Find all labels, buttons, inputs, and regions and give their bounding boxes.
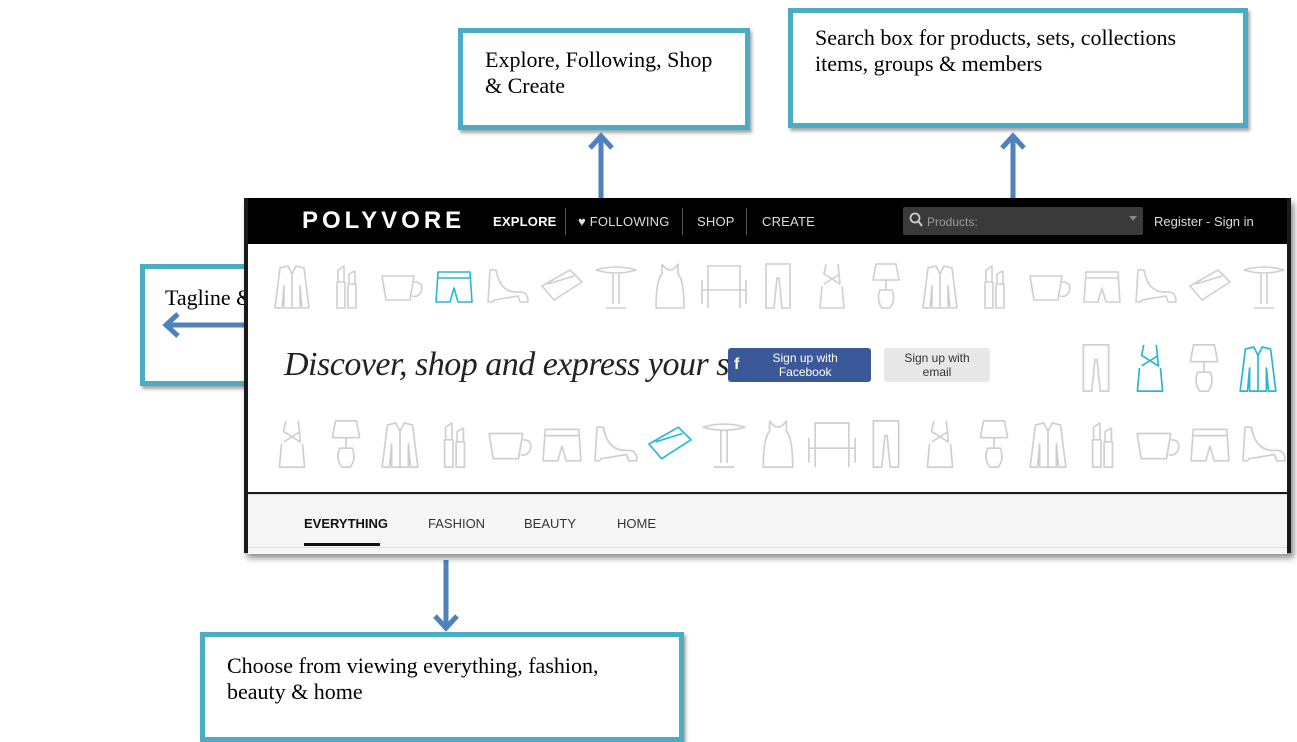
jacket-icon [381, 422, 419, 468]
dress-icon [1136, 344, 1164, 392]
shorts-icon [1083, 271, 1121, 303]
chair-icon [701, 265, 747, 308]
category-tabs: EVERYTHING FASHION BEAUTY HOME [248, 494, 1287, 554]
chair-icon [808, 422, 856, 468]
table-icon [702, 423, 746, 468]
annotation-nav-text: Explore, Following, Shop & Create [485, 47, 713, 98]
jacket-icon [1029, 422, 1067, 468]
arrow-left-icon [162, 312, 246, 338]
nav-following[interactable]: ♥ FOLLOWING [578, 214, 670, 229]
logo[interactable]: POLYVORE [302, 207, 465, 235]
lamp-icon [872, 263, 900, 309]
lamp-icon [979, 420, 1009, 468]
cup-icon [1029, 275, 1071, 301]
tagline: Discover, shop and express your style [284, 346, 777, 383]
annotation-categories: Choose from viewing everything, fashion,… [200, 632, 684, 742]
hero-banner: Discover, shop and express your style f S… [248, 244, 1287, 492]
annotation-nav: Explore, Following, Shop & Create [458, 28, 750, 130]
top-navbar: POLYVORE EXPLORE ♥ FOLLOWING SHOP CREATE… [248, 198, 1287, 244]
signin-link[interactable]: Sign in [1214, 214, 1254, 229]
cup-icon [1136, 432, 1180, 460]
nav-divider [565, 208, 566, 235]
lipstick-icon [984, 265, 1005, 309]
lamp-icon [1189, 344, 1219, 392]
annotation-search-text: Search box for products, sets, collectio… [815, 25, 1177, 76]
cup-icon [488, 432, 532, 460]
facebook-signup-label: Sign up with Facebook [772, 351, 838, 379]
register-link[interactable]: Register [1154, 214, 1202, 229]
dress-icon [926, 420, 954, 468]
lipstick-icon [443, 422, 466, 468]
arrow-up-icon [1000, 132, 1026, 198]
nav-shop[interactable]: SHOP [697, 214, 735, 229]
shorts-icon [1190, 428, 1230, 462]
arrow-up-icon [588, 132, 614, 198]
email-signup-button[interactable]: Sign up with email [884, 348, 990, 382]
nav-following-label: FOLLOWING [589, 214, 670, 229]
jacket-icon [1239, 346, 1277, 392]
clutch-icon [1189, 269, 1231, 301]
clutch-icon [648, 426, 692, 460]
nav-divider [746, 208, 747, 235]
lipstick-icon [336, 265, 357, 309]
arrow-down-icon [433, 560, 459, 632]
polyvore-window: POLYVORE EXPLORE ♥ FOLLOWING SHOP CREATE… [244, 198, 1291, 554]
annotation-search: Search box for products, sets, collectio… [788, 8, 1248, 128]
dropdown-caret-icon[interactable] [1129, 216, 1137, 221]
nav-create[interactable]: CREATE [762, 214, 815, 229]
search-box[interactable] [903, 207, 1143, 235]
annotation-categories-text: Choose from viewing everything, fashion,… [227, 653, 599, 704]
facebook-signup-button[interactable]: f Sign up with Facebook [728, 348, 871, 382]
facebook-icon: f [734, 356, 740, 373]
shorts-icon [542, 428, 582, 462]
heart-icon: ♥ [578, 214, 590, 229]
shorts-icon [435, 271, 473, 303]
auth-separator: - [1206, 214, 1211, 229]
cup-icon [381, 275, 423, 301]
search-input[interactable] [925, 211, 1119, 233]
table-icon [595, 266, 637, 309]
active-tab-underline [304, 543, 380, 546]
table-icon [1243, 266, 1285, 309]
pants-icon [872, 420, 900, 468]
auth-links: Register - Sign in [1154, 214, 1254, 229]
heel-icon [594, 426, 638, 462]
pants-icon [765, 263, 791, 309]
tab-home[interactable]: HOME [617, 516, 656, 531]
heel-icon [487, 269, 529, 303]
search-icon [909, 212, 923, 227]
heel-icon [1135, 269, 1177, 303]
dress-icon [278, 420, 306, 468]
pants-icon [1082, 344, 1110, 392]
tab-beauty[interactable]: BEAUTY [524, 516, 576, 531]
nav-explore[interactable]: EXPLORE [493, 214, 557, 229]
tank-icon [655, 263, 685, 309]
lamp-icon [331, 420, 361, 468]
tab-fashion[interactable]: FASHION [428, 516, 485, 531]
dress-icon [819, 263, 845, 309]
tab-everything[interactable]: EVERYTHING [304, 516, 388, 531]
tank-icon [762, 420, 794, 468]
heel-icon [1242, 426, 1286, 462]
nav-divider [682, 208, 683, 235]
divider [248, 547, 1287, 548]
clutch-icon [541, 269, 583, 301]
jacket-icon [922, 265, 958, 309]
lipstick-icon [1091, 422, 1114, 468]
jacket-icon [274, 265, 310, 309]
